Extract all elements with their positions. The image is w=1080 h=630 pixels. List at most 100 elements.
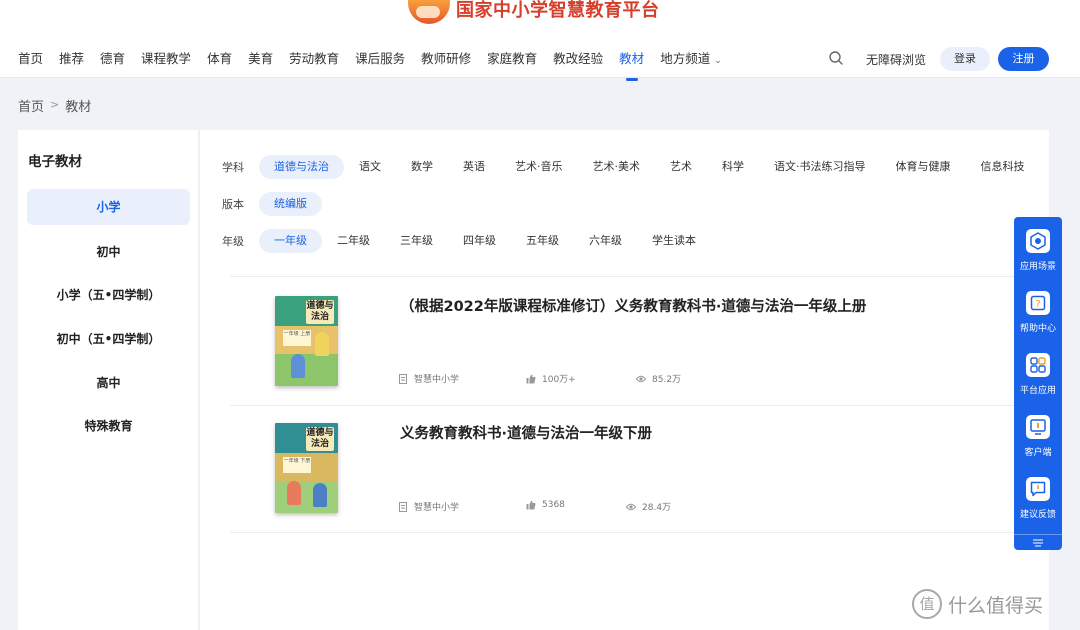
subject-chip[interactable]: 道德与法治 bbox=[259, 155, 344, 179]
toolbar-label: 平台应用 bbox=[1019, 386, 1056, 396]
cover-title: 道德与法治 bbox=[306, 427, 334, 451]
login-button[interactable]: 登录 bbox=[940, 47, 990, 71]
toolbar-label: 客户端 bbox=[1024, 448, 1052, 458]
edition-filter-label: 版本 bbox=[222, 198, 244, 211]
breadcrumb-home[interactable]: 首页 bbox=[18, 96, 44, 115]
publisher-text: 智慧中小学 bbox=[414, 375, 460, 385]
toolbar-item-scenes[interactable]: 应用场景 bbox=[1014, 229, 1062, 272]
book-cover-image[interactable]: 道德与法治 一年级 上册 bbox=[275, 296, 338, 386]
sidebar-item-primary[interactable]: 小学 bbox=[27, 189, 190, 225]
book-title[interactable]: （根据2022年版课程标准修订）义务教育教科书·道德与法治一年级上册 bbox=[400, 295, 866, 316]
sidebar-item-senior[interactable]: 高中 bbox=[27, 365, 190, 401]
nav-item-moral[interactable]: 德育 bbox=[100, 49, 125, 69]
watermark-logo: 值 bbox=[912, 589, 942, 619]
subject-filter: 学科 道德与法治 语文 数学 英语 艺术·音乐 艺术·美术 艺术 科学 语文·书… bbox=[222, 155, 1040, 179]
subject-chip[interactable]: 语文 bbox=[344, 155, 396, 179]
help-icon: ? bbox=[1026, 291, 1050, 315]
subject-chip[interactable]: 艺术·美术 bbox=[578, 155, 656, 179]
sidebar-item-primary-54[interactable]: 小学（五•四学制） bbox=[27, 277, 190, 313]
toolbar-item-feedback[interactable]: 建议反馈 bbox=[1014, 477, 1062, 520]
toolbar-collapse-button[interactable] bbox=[1014, 534, 1062, 550]
cover-grade: 一年级 下册 bbox=[283, 457, 311, 473]
sidebar-item-junior[interactable]: 初中 bbox=[27, 234, 190, 270]
nav-item-reform[interactable]: 教改经验 bbox=[553, 49, 603, 69]
logo-text: 国家中小学智慧教育平台 bbox=[456, 0, 660, 21]
watermark-text: 什么值得买 bbox=[948, 594, 1044, 617]
grade-chip[interactable]: 三年级 bbox=[385, 229, 448, 253]
likes-count: 5368 bbox=[542, 500, 565, 510]
nav-item-course[interactable]: 课程教学 bbox=[141, 49, 191, 69]
book-title[interactable]: 义务教育教科书·道德与法治一年级下册 bbox=[400, 422, 652, 443]
nav-item-local[interactable]: 地方频道 ⌄ bbox=[660, 49, 722, 69]
grade-chip[interactable]: 二年级 bbox=[322, 229, 385, 253]
nav-item-home[interactable]: 首页 bbox=[18, 49, 43, 69]
search-icon[interactable] bbox=[828, 50, 844, 66]
subject-chip[interactable]: 信息科技 bbox=[966, 155, 1040, 179]
toolbar-item-platform-apps[interactable]: 平台应用 bbox=[1014, 353, 1062, 396]
accessibility-link[interactable]: 无障碍浏览 bbox=[866, 51, 926, 68]
nav-item-textbook[interactable]: 教材 bbox=[619, 49, 644, 81]
nav-item-pe[interactable]: 体育 bbox=[207, 49, 232, 69]
breadcrumb-separator: > bbox=[50, 98, 60, 111]
grade-chip[interactable]: 五年级 bbox=[511, 229, 574, 253]
main-content: 学科 道德与法治 语文 数学 英语 艺术·音乐 艺术·美术 艺术 科学 语文·书… bbox=[200, 130, 1049, 630]
grade-chip[interactable]: 四年级 bbox=[448, 229, 511, 253]
sidebar: 电子教材 小学 初中 小学（五•四学制） 初中（五•四学制） 高中 特殊教育 bbox=[18, 130, 199, 630]
views-count: 85.2万 bbox=[652, 375, 682, 385]
book-card[interactable]: 道德与法治 一年级 上册 （根据2022年版课程标准修订）义务教育教科书·道德与… bbox=[230, 277, 1049, 405]
subject-chip[interactable]: 数学 bbox=[396, 155, 448, 179]
nav-item-arts[interactable]: 美育 bbox=[248, 49, 273, 69]
platform-logo[interactable]: 国家中小学智慧教育平台 bbox=[408, 0, 660, 24]
subject-chip[interactable]: 语文·书法练习指导 bbox=[759, 155, 881, 179]
nav-item-after-school[interactable]: 课后服务 bbox=[355, 49, 405, 69]
subject-chip[interactable]: 科学 bbox=[707, 155, 759, 179]
document-icon bbox=[399, 501, 407, 512]
nav-item-family[interactable]: 家庭教育 bbox=[487, 49, 537, 69]
breadcrumb-current: 教材 bbox=[65, 100, 92, 115]
sidebar-item-special[interactable]: 特殊教育 bbox=[27, 408, 190, 444]
publisher-text: 智慧中小学 bbox=[414, 503, 460, 513]
subject-chip[interactable]: 体育与健康 bbox=[881, 155, 966, 179]
edition-chip[interactable]: 统编版 bbox=[259, 192, 322, 216]
nav-item-labor[interactable]: 劳动教育 bbox=[289, 49, 339, 69]
svg-text:?: ? bbox=[1035, 299, 1040, 310]
toolbar-label: 应用场景 bbox=[1019, 262, 1056, 272]
register-button[interactable]: 注册 bbox=[998, 47, 1049, 71]
grid-apps-icon bbox=[1026, 353, 1050, 377]
top-header: 国家中小学智慧教育平台 首页 推荐 德育 课程教学 体育 美育 劳动教育 课后服… bbox=[0, 0, 1080, 81]
grade-filter-label: 年级 bbox=[222, 235, 244, 248]
book-likes: 5368 bbox=[526, 500, 565, 510]
book-views: 28.4万 bbox=[626, 500, 671, 513]
subject-chip[interactable]: 英语 bbox=[448, 155, 500, 179]
watermark: 值 什么值得买 bbox=[912, 589, 1043, 619]
subject-chip[interactable]: 艺术·音乐 bbox=[500, 155, 578, 179]
cover-title: 道德与法治 bbox=[306, 300, 334, 324]
book-publisher: 智慧中小学 bbox=[398, 372, 459, 385]
grade-chip[interactable]: 六年级 bbox=[574, 229, 637, 253]
chevron-down-icon: ⌄ bbox=[714, 56, 722, 66]
book-card[interactable]: 道德与法治 一年级 下册 义务教育教科书·道德与法治一年级下册 智慧中小学 53… bbox=[230, 405, 1049, 533]
sidebar-title: 电子教材 bbox=[28, 154, 82, 170]
nav-item-recommend[interactable]: 推荐 bbox=[59, 49, 84, 69]
book-cover-image[interactable]: 道德与法治 一年级 下册 bbox=[275, 423, 338, 513]
grade-chip[interactable]: 学生读本 bbox=[637, 229, 711, 253]
toolbar-item-help[interactable]: ? 帮助中心 bbox=[1014, 291, 1062, 334]
eye-icon bbox=[636, 375, 646, 382]
cover-grade: 一年级 上册 bbox=[283, 330, 311, 346]
feedback-icon bbox=[1026, 477, 1050, 501]
breadcrumb: 首页 > 教材 bbox=[18, 96, 91, 115]
thumbs-up-icon bbox=[526, 500, 536, 510]
sidebar-item-junior-54[interactable]: 初中（五•四学制） bbox=[27, 321, 190, 357]
eye-icon bbox=[626, 503, 636, 510]
floating-toolbar: 应用场景 ? 帮助中心 平台应用 客户端 建议反馈 bbox=[1014, 217, 1062, 550]
toolbar-label: 建议反馈 bbox=[1019, 510, 1056, 520]
main-nav: 首页 推荐 德育 课程教学 体育 美育 劳动教育 课后服务 教师研修 家庭教育 … bbox=[18, 49, 738, 81]
toolbar-item-client[interactable]: 客户端 bbox=[1014, 415, 1062, 458]
apps-scene-icon bbox=[1026, 229, 1050, 253]
subject-chip[interactable]: 艺术 bbox=[655, 155, 707, 179]
nav-item-teacher[interactable]: 教师研修 bbox=[421, 49, 471, 69]
grade-filter: 年级 一年级 二年级 三年级 四年级 五年级 六年级 学生读本 bbox=[222, 229, 711, 253]
book-likes: 100万+ bbox=[526, 372, 576, 385]
views-count: 28.4万 bbox=[642, 503, 672, 513]
grade-chip[interactable]: 一年级 bbox=[259, 229, 322, 253]
